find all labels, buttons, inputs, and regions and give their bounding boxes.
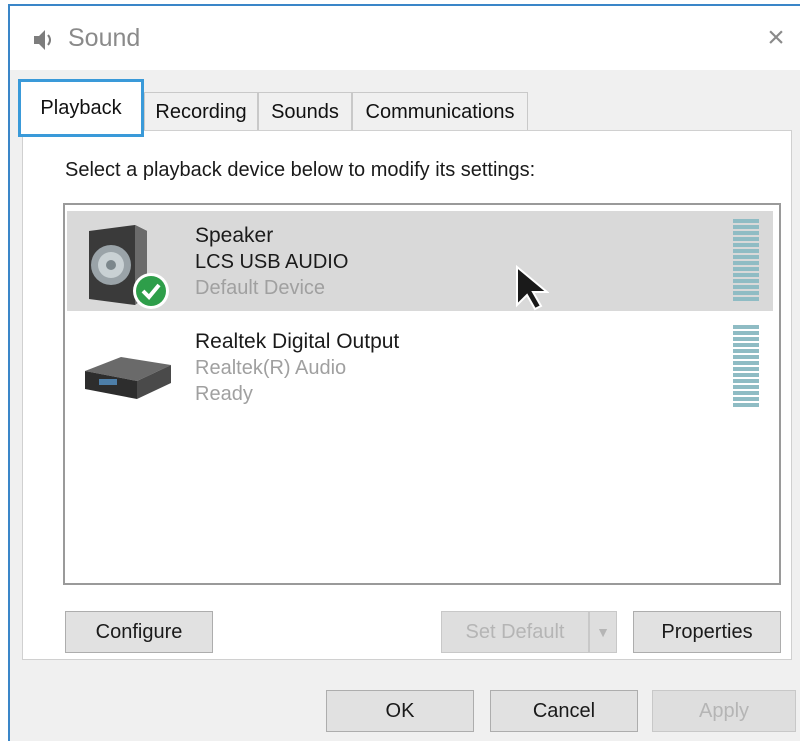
set-default-dropdown-icon[interactable]: ▼ xyxy=(589,611,617,653)
set-default-button[interactable]: Set Default xyxy=(441,611,589,653)
tab-recording[interactable]: Recording xyxy=(144,92,258,132)
cancel-button[interactable]: Cancel xyxy=(490,690,638,732)
device-list[interactable]: Speaker LCS USB AUDIO Default Device Rea… xyxy=(63,203,781,585)
device-row-speaker[interactable]: Speaker LCS USB AUDIO Default Device xyxy=(67,211,773,311)
default-check-icon xyxy=(133,273,169,309)
device-row-digital-output[interactable]: Realtek Digital Output Realtek(R) Audio … xyxy=(67,317,773,417)
sound-dialog: Sound × Playback Recording Sounds Commun… xyxy=(8,4,800,741)
tab-communications[interactable]: Communications xyxy=(352,92,528,132)
ok-button[interactable]: OK xyxy=(326,690,474,732)
title-bar[interactable]: Sound × xyxy=(10,6,800,70)
digital-output-icon xyxy=(85,357,171,399)
device-driver: LCS USB AUDIO xyxy=(195,251,349,273)
device-name: Realtek Digital Output xyxy=(195,330,400,353)
properties-button[interactable]: Properties xyxy=(633,611,781,653)
playback-panel: Select a playback device below to modify… xyxy=(22,130,792,660)
device-status: Ready xyxy=(195,383,253,405)
apply-button[interactable]: Apply xyxy=(652,690,796,732)
volume-meter xyxy=(733,219,759,301)
tab-playback[interactable]: Playback xyxy=(18,79,144,137)
device-driver: Realtek(R) Audio xyxy=(195,357,347,379)
device-info-speaker: Speaker LCS USB AUDIO Default Device xyxy=(195,223,348,302)
speaker-title-icon xyxy=(34,30,51,50)
window-title: Sound xyxy=(68,24,141,52)
close-icon[interactable]: × xyxy=(756,18,796,58)
device-name: Speaker xyxy=(195,224,274,247)
mouse-cursor-icon xyxy=(516,265,549,311)
instructions-text: Select a playback device below to modify… xyxy=(65,159,536,181)
volume-meter xyxy=(733,325,759,407)
device-status: Default Device xyxy=(195,277,326,299)
configure-button[interactable]: Configure xyxy=(65,611,213,653)
device-info-digital-output: Realtek Digital Output Realtek(R) Audio … xyxy=(195,329,399,408)
tab-sounds[interactable]: Sounds xyxy=(258,92,352,132)
